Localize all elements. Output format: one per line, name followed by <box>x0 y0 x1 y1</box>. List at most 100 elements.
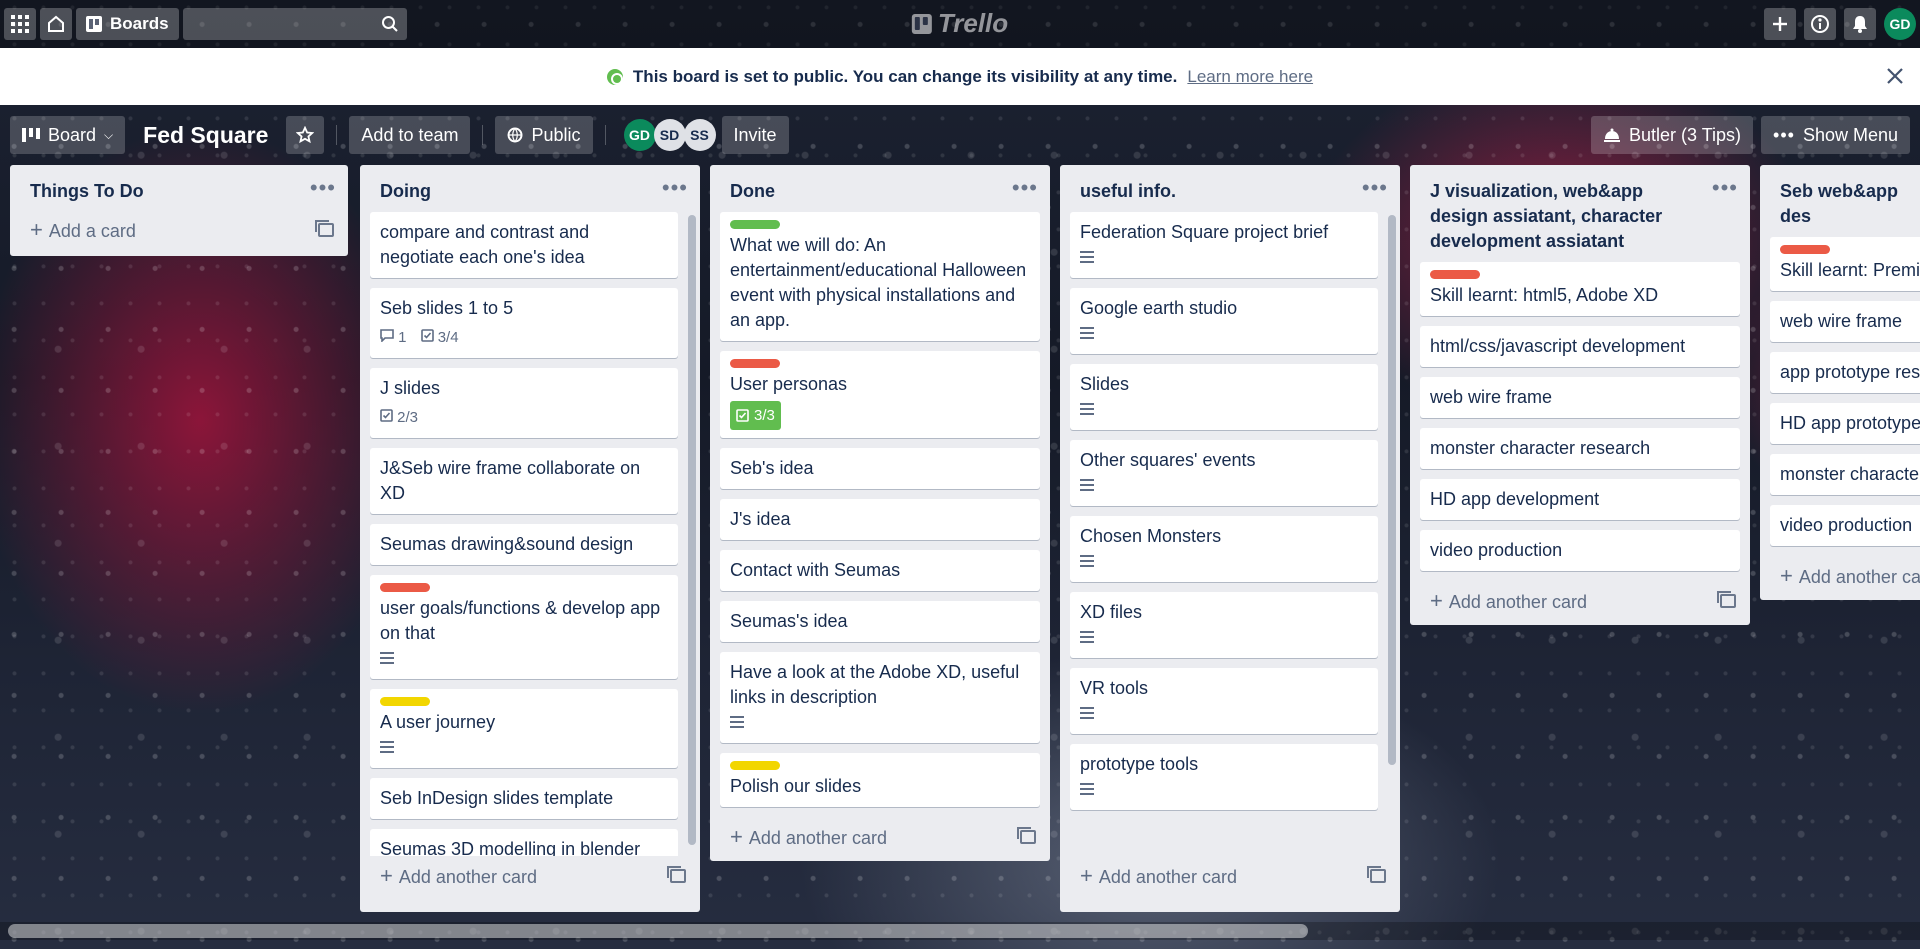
card[interactable]: prototype tools <box>1070 744 1378 810</box>
card[interactable]: Seumas's idea <box>720 601 1040 642</box>
card[interactable]: Slides <box>1070 364 1378 430</box>
card[interactable]: monster character <box>1770 454 1920 495</box>
info-button[interactable] <box>1804 8 1836 40</box>
card[interactable]: What we will do: An entertainment/educat… <box>720 212 1040 341</box>
card[interactable]: Seb's idea <box>720 448 1040 489</box>
board-view-switcher[interactable]: Board ⌵ <box>10 116 126 154</box>
avatar[interactable]: GD <box>623 119 656 151</box>
list-title[interactable]: Doing <box>380 179 431 204</box>
board-horizontal-scrollbar[interactable] <box>8 924 1308 938</box>
list-scrollbar[interactable] <box>688 215 696 845</box>
list-title[interactable]: useful info. <box>1080 179 1176 204</box>
add-card-button[interactable]: + Add a card <box>10 212 348 256</box>
card[interactable]: J's idea <box>720 499 1040 540</box>
add-to-team-button[interactable]: Add to team <box>349 116 471 154</box>
card[interactable]: J&Seb wire frame collaborate on XD <box>370 448 678 514</box>
card[interactable]: Have a look at the Adobe XD, useful link… <box>720 652 1040 743</box>
visibility-button[interactable]: Public <box>495 116 593 154</box>
card-label-green[interactable] <box>730 220 780 229</box>
card-title: J&Seb wire frame collaborate on XD <box>380 458 641 503</box>
card[interactable]: Polish our slides <box>720 753 1040 807</box>
list-menu-button[interactable]: ••• <box>662 177 688 199</box>
card-template-icon[interactable] <box>1367 866 1386 883</box>
add-card-button[interactable]: + Add another ca <box>1760 556 1920 600</box>
notifications-button[interactable] <box>1844 8 1876 40</box>
card[interactable]: HD app prototype <box>1770 403 1920 444</box>
card-label-red[interactable] <box>380 583 430 592</box>
description-icon <box>1080 783 1094 795</box>
description-icon <box>380 652 394 664</box>
globe-icon <box>606 68 623 85</box>
card-template-icon[interactable] <box>1017 827 1036 844</box>
card[interactable]: user goals/functions & develop app on th… <box>370 575 678 679</box>
card[interactable]: XD files <box>1070 592 1378 658</box>
board-title[interactable]: Fed Square <box>133 122 278 149</box>
card[interactable]: Federation Square project brief <box>1070 212 1378 278</box>
card[interactable]: video production <box>1420 530 1740 571</box>
card-template-icon[interactable] <box>667 866 686 883</box>
star-button[interactable] <box>286 116 325 154</box>
list-title[interactable]: Done <box>730 179 775 204</box>
home-button[interactable] <box>40 8 72 40</box>
card[interactable]: Skill learnt: html5, Adobe XD <box>1420 262 1740 316</box>
card[interactable]: Seb slides 1 to 5 1 3/4 <box>370 288 678 358</box>
show-menu-button[interactable]: ••• Show Menu <box>1761 116 1910 154</box>
card[interactable]: Google earth studio <box>1070 288 1378 354</box>
card-label-red[interactable] <box>1780 245 1830 254</box>
avatar[interactable]: SS <box>683 119 716 151</box>
card[interactable]: VR tools <box>1070 668 1378 734</box>
card[interactable]: Seumas drawing&sound design <box>370 524 678 565</box>
card[interactable]: Contact with Seumas <box>720 550 1040 591</box>
apps-button[interactable] <box>4 8 36 40</box>
list-scrollbar[interactable] <box>1388 215 1396 765</box>
user-avatar[interactable]: GD <box>1884 8 1916 40</box>
list-menu-button[interactable]: ••• <box>310 177 336 199</box>
card[interactable]: HD app development <box>1420 479 1740 520</box>
close-banner-button[interactable] <box>1886 61 1904 91</box>
add-card-button[interactable]: + Add another card <box>360 856 700 900</box>
list-menu-button[interactable]: ••• <box>1362 177 1388 199</box>
card[interactable]: compare and contrast and negotiate each … <box>370 212 678 278</box>
card[interactable]: A user journey <box>370 689 678 768</box>
list-menu-button[interactable]: ••• <box>1712 177 1738 199</box>
search-input[interactable] <box>182 8 407 40</box>
card-title: web wire frame <box>1780 311 1903 331</box>
card[interactable]: Chosen Monsters <box>1070 516 1378 582</box>
invite-button[interactable]: Invite <box>721 116 789 154</box>
add-card-button[interactable]: + Add another card <box>710 817 1050 861</box>
card[interactable]: web wire frame <box>1770 301 1920 342</box>
card[interactable]: User personas 3/3 <box>720 351 1040 438</box>
card-title: Seb's idea <box>730 458 814 478</box>
card-template-icon[interactable] <box>1717 591 1736 608</box>
learn-more-link[interactable]: Learn more here <box>1187 67 1313 87</box>
card[interactable]: Skill learnt: Premie <box>1770 237 1920 291</box>
card-label-yellow[interactable] <box>730 761 780 770</box>
create-button[interactable] <box>1764 8 1796 40</box>
card[interactable]: video production <box>1770 505 1920 546</box>
card[interactable]: app prototype rese <box>1770 352 1920 393</box>
avatar[interactable]: SD <box>653 119 686 151</box>
card[interactable]: Seb InDesign slides template <box>370 778 678 819</box>
card[interactable]: html/css/javascript development <box>1420 326 1740 367</box>
card[interactable]: Other squares' events <box>1070 440 1378 506</box>
add-card-button[interactable]: + Add another card <box>1060 856 1400 900</box>
list-title[interactable]: Things To Do <box>30 179 144 204</box>
butler-button[interactable]: Butler (3 Tips) <box>1590 116 1754 154</box>
add-card-label: Add another card <box>748 828 887 848</box>
card[interactable]: monster character research <box>1420 428 1740 469</box>
boards-label: Boards <box>110 14 169 33</box>
list-menu-button[interactable]: ••• <box>1012 177 1038 199</box>
list-title[interactable]: J visualization, web&app design assiatan… <box>1430 179 1700 254</box>
card-label-red[interactable] <box>1430 270 1480 279</box>
card[interactable]: web wire frame <box>1420 377 1740 418</box>
card[interactable]: Seumas 3D modelling in blender <box>370 829 678 856</box>
trello-logo[interactable]: Trello <box>911 8 1008 39</box>
add-card-button[interactable]: + Add another card <box>1410 581 1750 625</box>
card-title: Seumas drawing&sound design <box>380 534 634 554</box>
card[interactable]: J slides 2/3 <box>370 368 678 438</box>
card-template-icon[interactable] <box>315 220 334 237</box>
card-label-red[interactable] <box>730 359 780 368</box>
list-title[interactable]: Seb web&app des visualization assia <box>1780 179 1920 229</box>
card-label-yellow[interactable] <box>380 697 430 706</box>
boards-button[interactable]: Boards <box>76 8 179 40</box>
